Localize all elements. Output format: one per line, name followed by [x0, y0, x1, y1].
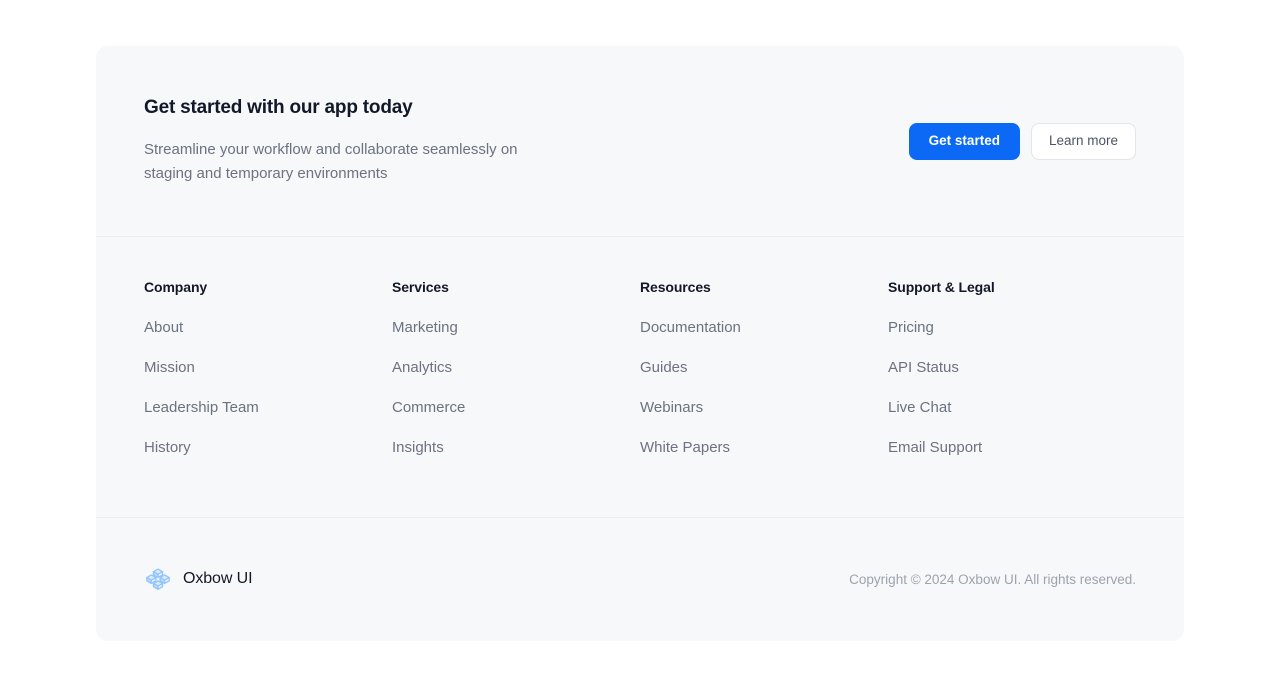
footer-link-email-support[interactable]: Email Support — [888, 437, 982, 458]
cta-heading: Get started with our app today — [144, 97, 413, 119]
cta-section: Get started with our app today Streamlin… — [96, 46, 1184, 237]
footer-column-services: Services Marketing Analytics Commerce In… — [392, 279, 640, 517]
footer-column-company: Company About Mission Leadership Team Hi… — [144, 279, 392, 517]
footer-link-api-status[interactable]: API Status — [888, 357, 959, 378]
footer-link-marketing[interactable]: Marketing — [392, 317, 458, 338]
footer-link-documentation[interactable]: Documentation — [640, 317, 741, 338]
footer-column-resources: Resources Documentation Guides Webinars … — [640, 279, 888, 517]
footer-link-columns: Company About Mission Leadership Team Hi… — [96, 237, 1184, 518]
footer-column-support-legal: Support & Legal Pricing API Status Live … — [888, 279, 1136, 517]
footer-link-leadership-team[interactable]: Leadership Team — [144, 397, 259, 418]
page-root: Get started with our app today Streamlin… — [0, 0, 1280, 690]
brand-name-label: Oxbow UI — [183, 570, 253, 587]
footer-column-title: Support & Legal — [888, 279, 995, 295]
learn-more-button[interactable]: Learn more — [1030, 122, 1136, 160]
footer-link-mission[interactable]: Mission — [144, 357, 195, 378]
footer-link-about[interactable]: About — [144, 317, 183, 338]
footer-link-pricing[interactable]: Pricing — [888, 317, 934, 338]
cta-text-block: Get started with our app today Streamlin… — [144, 96, 564, 186]
get-started-button[interactable]: Get started — [908, 122, 1020, 160]
brand-lockup[interactable]: Oxbow UI — [144, 565, 253, 593]
footer-link-insights[interactable]: Insights — [392, 437, 444, 458]
cta-subtitle: Streamline your workflow and collaborate… — [144, 140, 518, 182]
footer-column-title: Resources — [640, 279, 711, 295]
footer-bottom-bar: Oxbow UI Copyright © 2024 Oxbow UI. All … — [96, 518, 1184, 640]
footer-link-history[interactable]: History — [144, 437, 191, 458]
footer-link-live-chat[interactable]: Live Chat — [888, 397, 951, 418]
footer-link-webinars[interactable]: Webinars — [640, 397, 703, 418]
footer-column-title: Services — [392, 279, 449, 295]
footer-link-commerce[interactable]: Commerce — [392, 397, 465, 418]
footer-link-analytics[interactable]: Analytics — [392, 357, 452, 378]
footer-link-white-papers[interactable]: White Papers — [640, 437, 730, 458]
footer-column-title: Company — [144, 279, 208, 295]
cta-button-group: Get started Learn more — [908, 122, 1136, 160]
isometric-cubes-logo-icon — [146, 568, 170, 590]
footer-link-guides[interactable]: Guides — [640, 357, 688, 378]
footer-card: Get started with our app today Streamlin… — [96, 46, 1184, 641]
copyright-text: Copyright © 2024 Oxbow UI. All rights re… — [849, 571, 1136, 587]
